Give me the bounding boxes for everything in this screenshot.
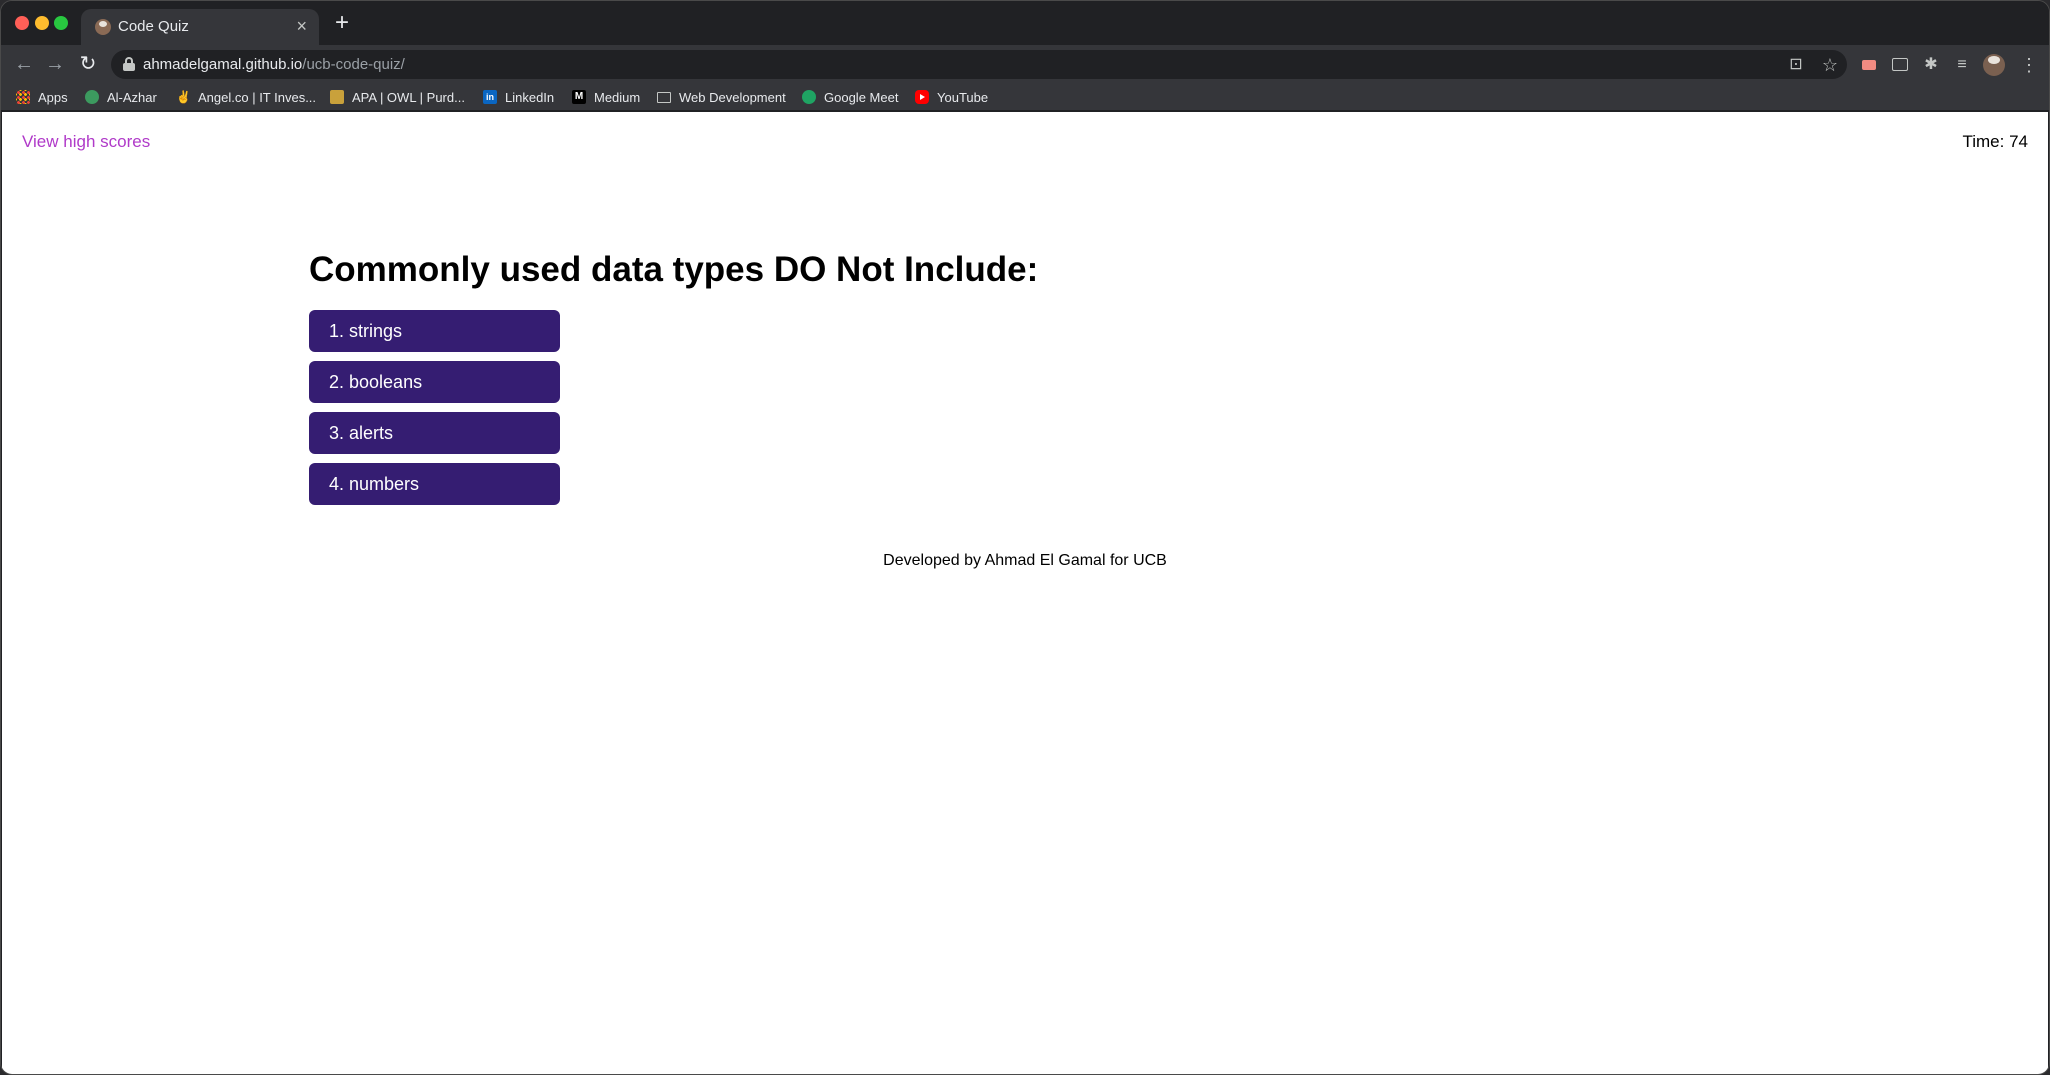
address-bar[interactable]: ahmadelgamal.github.io/ucb-code-quiz/ ⊡ … bbox=[111, 50, 1847, 79]
answer-choices: 1. strings 2. booleans 3. alerts 4. numb… bbox=[309, 310, 560, 514]
bookmark-apa-owl[interactable]: APA | OWL | Purd... bbox=[330, 88, 465, 106]
maximize-window-button[interactable] bbox=[54, 16, 68, 30]
bookmark-label: LinkedIn bbox=[505, 89, 555, 105]
close-window-button[interactable] bbox=[15, 16, 29, 30]
bookmark-youtube[interactable]: YouTube bbox=[915, 88, 988, 106]
browser-toolbar: ← → ↻ ahmadelgamal.github.io/ucb-code-qu… bbox=[1, 45, 2049, 83]
menu-kebab-icon[interactable]: ⋮ bbox=[2017, 53, 2041, 77]
timer: Time: 74 bbox=[1962, 132, 2028, 152]
medium-icon: M bbox=[572, 90, 586, 104]
extension-red-icon[interactable] bbox=[1857, 53, 1881, 77]
favicon-icon bbox=[95, 19, 111, 35]
lock-icon[interactable] bbox=[123, 57, 135, 71]
choice-button-1[interactable]: 1. strings bbox=[309, 310, 560, 352]
minimize-window-button[interactable] bbox=[35, 16, 49, 30]
bookmark-angel[interactable]: ✌ Angel.co | IT Inves... bbox=[176, 88, 316, 106]
google-meet-icon bbox=[802, 90, 816, 104]
tab-strip: Code Quiz × + bbox=[1, 1, 2049, 45]
bookmark-label: Apps bbox=[38, 89, 68, 105]
tab-title: Code Quiz bbox=[118, 18, 189, 35]
bookmark-label: Google Meet bbox=[824, 89, 899, 105]
url-path: /ucb-code-quiz/ bbox=[302, 56, 405, 73]
bookmark-star-icon[interactable]: ☆ bbox=[1819, 54, 1841, 76]
folder-icon bbox=[657, 91, 671, 103]
linkedin-icon: in bbox=[483, 90, 497, 104]
reload-icon[interactable]: ↻ bbox=[75, 51, 101, 77]
apps-grid-icon bbox=[16, 90, 30, 104]
bookmark-label: Al-Azhar bbox=[107, 89, 157, 105]
back-arrow-icon[interactable]: ← bbox=[11, 51, 37, 77]
url-domain: ahmadelgamal.github.io bbox=[143, 56, 303, 73]
question-title: Commonly used data types DO Not Include: bbox=[309, 250, 1039, 289]
close-tab-icon[interactable]: × bbox=[296, 16, 307, 36]
choice-button-3[interactable]: 3. alerts bbox=[309, 412, 560, 454]
bookmark-al-azhar[interactable]: Al-Azhar bbox=[85, 88, 157, 106]
forward-arrow-icon[interactable]: → bbox=[42, 51, 68, 77]
bookmark-medium[interactable]: M Medium bbox=[572, 88, 640, 106]
bookmarks-bar: Apps Al-Azhar ✌ Angel.co | IT Inves... AP… bbox=[1, 83, 2049, 111]
page-footer: Developed by Ahmad El Gamal for UCB bbox=[883, 552, 1167, 569]
extensions-puzzle-icon[interactable]: ✱ bbox=[1919, 53, 1943, 77]
profile-avatar[interactable] bbox=[1983, 54, 2005, 76]
bookmark-google-meet[interactable]: Google Meet bbox=[802, 88, 898, 106]
owl-icon bbox=[330, 90, 344, 104]
choice-button-4[interactable]: 4. numbers bbox=[309, 463, 560, 505]
bookmark-label: YouTube bbox=[937, 89, 989, 105]
view-high-scores-link[interactable]: View high scores bbox=[22, 132, 150, 152]
angel-icon: ✌ bbox=[176, 90, 191, 104]
youtube-icon bbox=[915, 90, 929, 104]
al-azhar-icon bbox=[85, 90, 99, 104]
bookmark-linkedin[interactable]: in LinkedIn bbox=[483, 88, 554, 106]
bookmark-label: Medium bbox=[594, 89, 641, 105]
bookmark-apps[interactable]: Apps bbox=[16, 88, 68, 106]
extension-box-icon[interactable] bbox=[1888, 53, 1912, 77]
bookmark-label: Web Development bbox=[679, 89, 786, 105]
timer-label: Time: bbox=[1962, 132, 2005, 151]
translate-icon[interactable]: ⊡ bbox=[1785, 54, 1807, 76]
media-control-icon[interactable]: ≡ bbox=[1950, 53, 1974, 77]
browser-window: Code Quiz × + ← → ↻ ahmadelgamal.github.… bbox=[0, 0, 2050, 1075]
choice-button-2[interactable]: 2. booleans bbox=[309, 361, 560, 403]
tab-code-quiz[interactable]: Code Quiz × bbox=[81, 9, 319, 45]
bookmark-label: Angel.co | IT Inves... bbox=[198, 89, 317, 105]
page-viewport: View high scores Time: 74 Commonly used d… bbox=[2, 112, 2048, 1074]
timer-value: 74 bbox=[2009, 132, 2028, 151]
new-tab-icon[interactable]: + bbox=[335, 11, 349, 35]
url-text[interactable]: ahmadelgamal.github.io/ucb-code-quiz/ bbox=[143, 56, 405, 73]
bookmark-label: APA | OWL | Purd... bbox=[352, 89, 465, 105]
bookmark-web-development[interactable]: Web Development bbox=[657, 88, 786, 106]
